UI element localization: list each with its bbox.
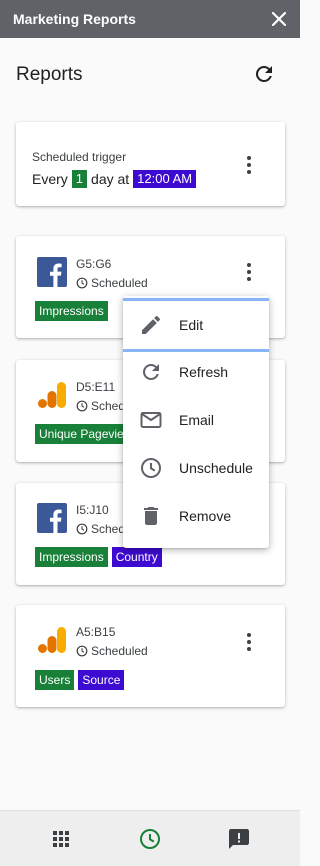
report-card: A5:B15 Scheduled Users Source: [16, 605, 285, 707]
report-range: I5:J10: [76, 503, 109, 517]
report-range: D5:E11: [76, 380, 116, 394]
report-chips: Users Source: [35, 670, 125, 690]
trigger-prefix: Every: [32, 171, 68, 187]
trigger-count[interactable]: 1: [71, 170, 88, 188]
menu-item-label: Unschedule: [179, 460, 253, 476]
more-vert-icon[interactable]: [239, 262, 259, 282]
menu-item-label: Remove: [179, 508, 232, 524]
menu-item-refresh[interactable]: Refresh: [123, 348, 269, 396]
trash-icon: [144, 507, 158, 525]
report-range: G5:G6: [76, 257, 112, 271]
more-vert-icon[interactable]: [239, 632, 259, 652]
title-bar: Marketing Reports: [0, 0, 300, 38]
menu-item-email[interactable]: Email: [123, 396, 269, 444]
more-vert-icon[interactable]: [239, 155, 259, 175]
menu-item-label: Refresh: [179, 364, 229, 380]
trigger-time[interactable]: 12:00 AM: [133, 170, 197, 188]
reports-header: Reports: [0, 38, 300, 112]
trigger-unit: day at: [91, 171, 130, 187]
trigger-label: Scheduled trigger: [32, 150, 127, 164]
report-chips: Impressions Country: [35, 547, 162, 567]
facebook-logo-icon: [37, 257, 67, 287]
metric-chip: Impressions: [35, 301, 108, 321]
schedule-clock-icon: [76, 400, 88, 412]
clock-icon[interactable]: [138, 827, 162, 851]
report-chips: Impressions: [35, 301, 108, 321]
metric-chip: Impressions: [35, 547, 108, 567]
refresh-icon: [143, 364, 159, 380]
schedule-clock-icon: [76, 523, 88, 535]
menu-item-remove[interactable]: Remove: [123, 492, 269, 540]
dimension-chip: Source: [78, 670, 125, 690]
schedule-clock-icon: [76, 277, 88, 289]
close-icon[interactable]: [269, 9, 289, 29]
refresh-icon[interactable]: [252, 62, 276, 86]
feedback-icon[interactable]: [227, 827, 251, 851]
facebook-logo-icon: [37, 503, 67, 533]
menu-item-edit[interactable]: Edit: [123, 298, 269, 352]
clock-icon: [141, 458, 161, 478]
dimension-chip: Country: [111, 547, 162, 567]
metric-chip: Users: [35, 670, 75, 690]
page-title: Reports: [16, 64, 83, 85]
report-status: Scheduled: [76, 644, 148, 658]
analytics-logo-icon: [38, 382, 66, 408]
schedule-clock-icon: [76, 645, 88, 657]
bottom-nav: [0, 810, 300, 866]
report-range: A5:B15: [76, 625, 116, 639]
menu-item-unschedule[interactable]: Unschedule: [123, 444, 269, 492]
analytics-logo-icon: [38, 627, 66, 653]
report-context-menu: Edit Refresh Email Unschedule Remove: [123, 296, 269, 548]
report-status: Scheduled: [76, 276, 148, 290]
menu-item-label: Edit: [179, 317, 204, 333]
menu-item-label: Email: [179, 412, 215, 428]
pencil-icon: [142, 315, 161, 334]
mail-icon: [140, 412, 162, 428]
window-title: Marketing Reports: [13, 11, 136, 27]
scheduled-trigger-card: Scheduled trigger Every 1 day at 12:00 A…: [16, 122, 285, 206]
grid-icon[interactable]: [49, 827, 73, 851]
trigger-schedule: Every 1 day at 12:00 AM: [32, 170, 197, 188]
